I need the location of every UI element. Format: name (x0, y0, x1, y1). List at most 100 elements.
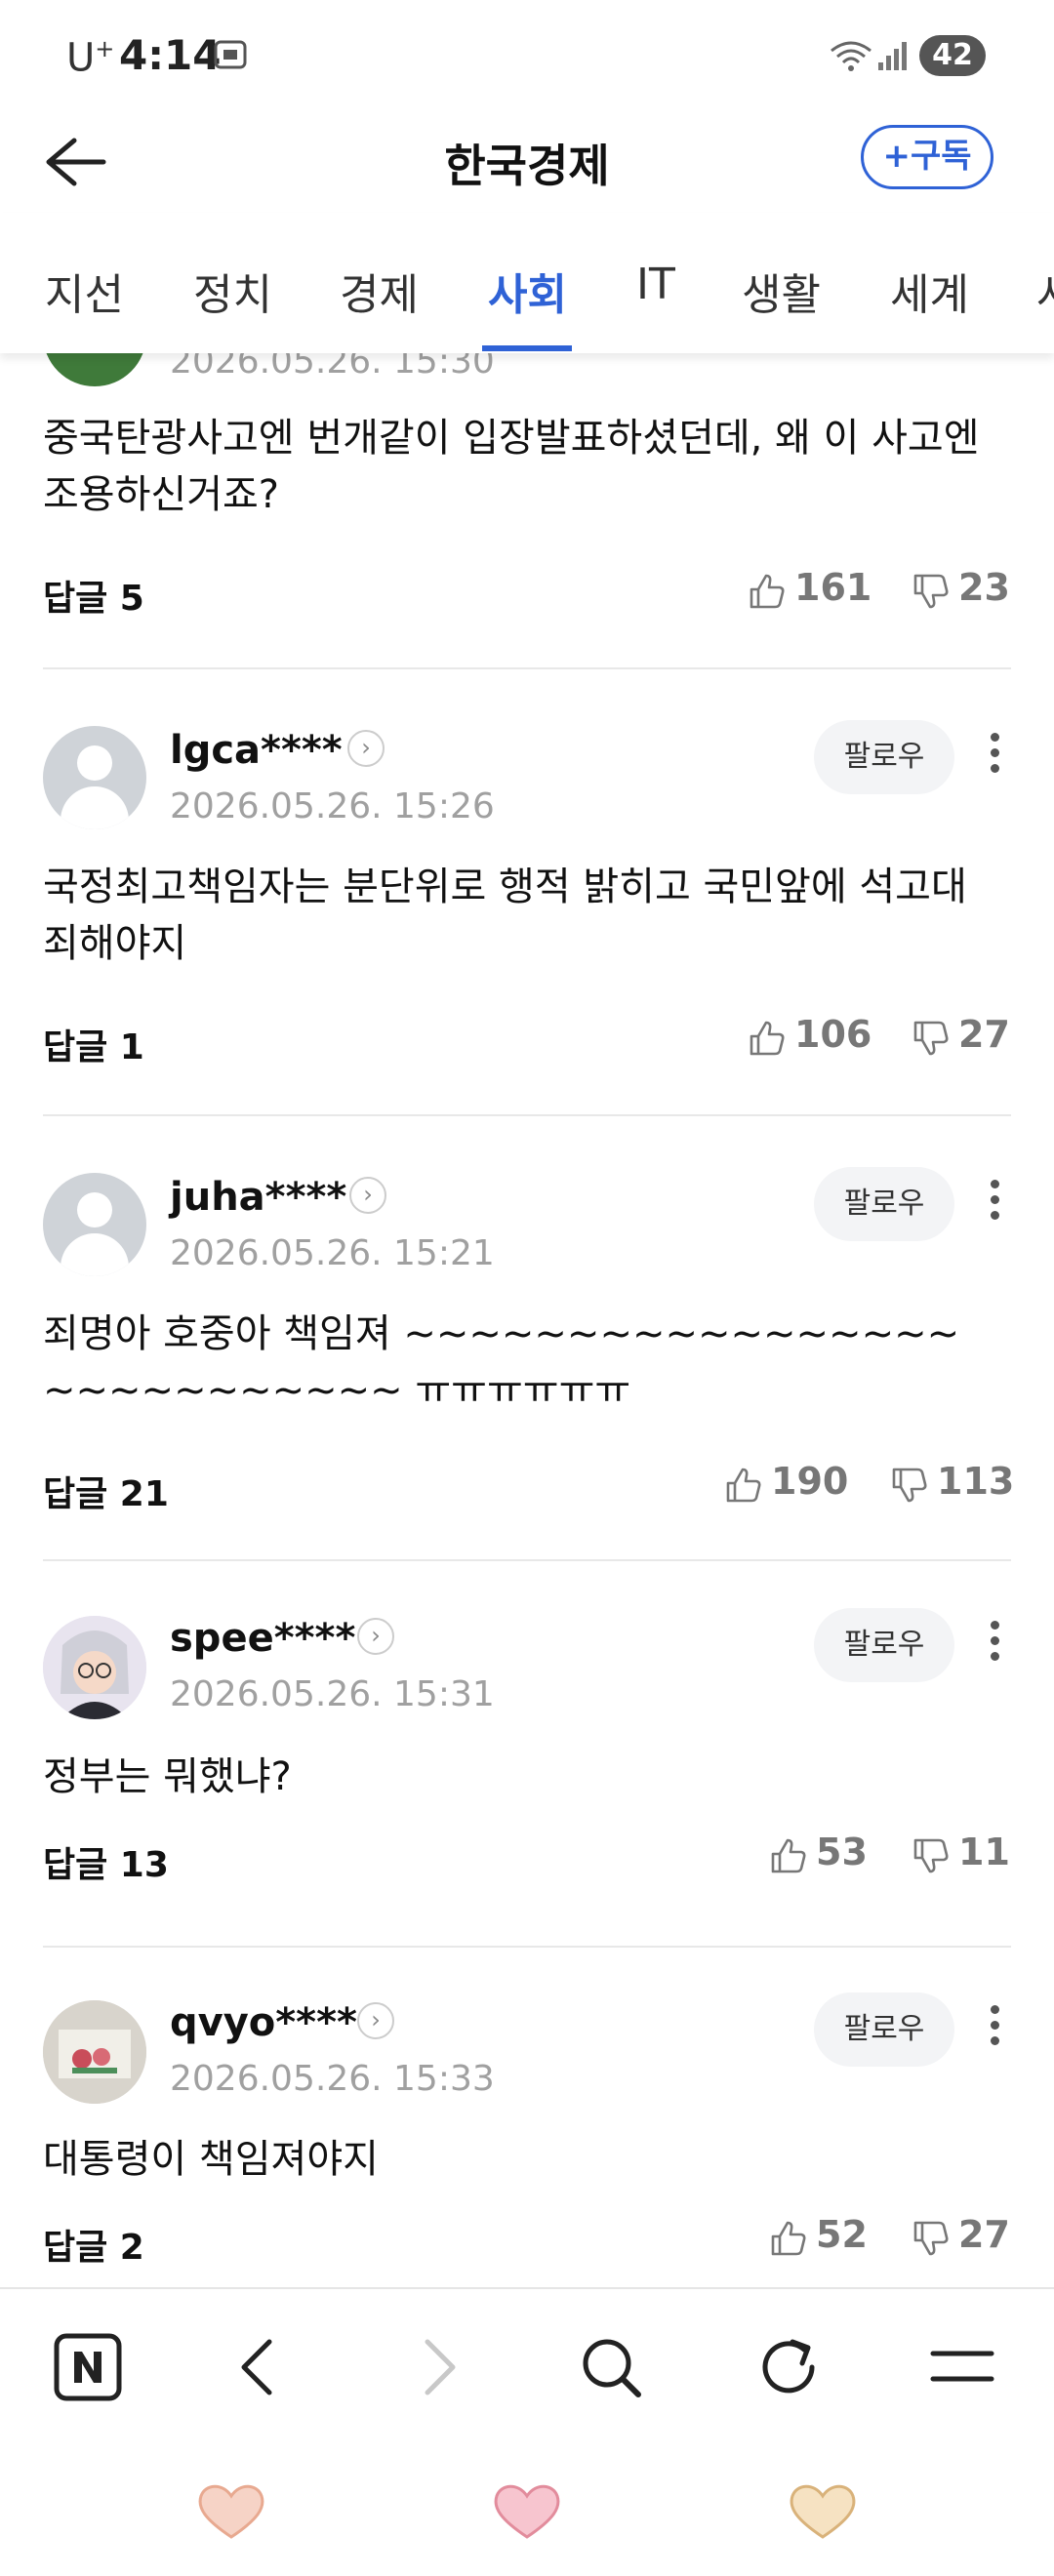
dislike-count: 11 (958, 1831, 1010, 1873)
follow-button[interactable]: 팔로우 (814, 1167, 954, 1241)
reply-button[interactable]: 답글 21 (43, 1466, 169, 1516)
reply-button[interactable]: 답글 1 (43, 1019, 144, 1069)
divider (43, 667, 1011, 669)
avatar[interactable] (43, 726, 146, 829)
thumbs-down-icon (913, 2221, 949, 2256)
dislike-button[interactable]: 27 (912, 1013, 1019, 1062)
thumbs-down-icon (892, 1468, 927, 1503)
heart-icon[interactable] (787, 2482, 859, 2541)
dislike-button[interactable]: 11 (912, 1831, 1019, 1879)
tab-more[interactable]: 사 (1036, 260, 1054, 322)
more-vertical-icon[interactable] (980, 1175, 1009, 1233)
more-vertical-icon[interactable] (980, 1616, 1009, 1674)
avatar-illustration (43, 2000, 146, 2104)
like-count: 106 (794, 1013, 872, 1056)
thumbs-up-icon (750, 574, 785, 609)
more-vertical-icon[interactable] (980, 728, 1009, 786)
comment-timestamp: 2026.05.26. 15:33 (170, 2059, 495, 2099)
back-chevron-icon[interactable] (224, 2332, 295, 2402)
comment-username[interactable]: lgca**** (170, 728, 343, 773)
reply-button[interactable]: 답글 5 (43, 570, 144, 621)
chevron-right-icon[interactable]: › (349, 1177, 386, 1214)
thumbs-down-icon (913, 1021, 949, 1056)
follow-button[interactable]: 팔로우 (814, 720, 954, 794)
like-button[interactable]: 190 (724, 1460, 851, 1509)
search-icon[interactable] (576, 2332, 646, 2402)
tab-society[interactable]: 사회 (488, 260, 567, 322)
comment-text: 국정최고책임자는 분단위로 행적 밝히고 국민앞에 석고대죄해야지 (43, 865, 967, 966)
heart-icon[interactable] (195, 2482, 267, 2541)
comment-username[interactable]: qvyo**** (170, 2000, 357, 2045)
tab-it[interactable]: IT (636, 260, 675, 309)
chevron-right-icon[interactable]: › (347, 730, 385, 767)
dislike-button[interactable]: 27 (912, 2213, 1019, 2262)
app-header: 한국경제 +구독 (0, 107, 1054, 213)
chevron-right-icon[interactable]: › (357, 2002, 394, 2039)
follow-button[interactable]: 팔로우 (814, 1992, 954, 2067)
dislike-button[interactable]: 23 (912, 566, 1019, 615)
reply-button[interactable]: 답글 13 (43, 1836, 169, 1887)
dislike-count: 27 (958, 2213, 1010, 2256)
comment-text: 중국탄광사고엔 번개같이 입장발표하셨던데, 왜 이 사고엔 조용하신거죠? (43, 416, 980, 517)
category-tabs: 지선 정치 경제 사회 IT 생활 세계 사 (0, 213, 1054, 353)
wifi-icon (831, 41, 872, 71)
menu-icon[interactable] (927, 2332, 997, 2402)
carrier-label: U+ (66, 35, 115, 81)
avatar[interactable] (43, 353, 146, 386)
naver-home-icon[interactable] (53, 2332, 123, 2402)
like-count: 161 (794, 566, 872, 609)
thumbs-down-icon (913, 1838, 949, 1873)
like-count: 53 (816, 1831, 868, 1873)
subscribe-button[interactable]: +구독 (861, 125, 993, 189)
comment-text: 죄명아 호중아 책임져 ~~~~~~~~~~~~~~~~~ ~~~~~~~~~~… (43, 1311, 960, 1403)
comment-text: 정부는 뭐했냐? (43, 1754, 292, 1799)
tab-life[interactable]: 생활 (742, 260, 821, 322)
more-vertical-icon[interactable] (980, 2000, 1009, 2059)
thumbs-up-icon (771, 2221, 806, 2256)
comment-text: 대통령이 책임져야지 (43, 2137, 379, 2182)
status-bar: U+ 4:14 42 (0, 0, 1054, 107)
like-button[interactable]: 161 (748, 566, 872, 615)
tab-economy[interactable]: 경제 (340, 260, 419, 322)
comment-timestamp: 2026.05.26. 15:26 (170, 786, 495, 826)
heart-icon[interactable] (491, 2482, 563, 2541)
divider (43, 1559, 1011, 1561)
like-button[interactable]: 53 (769, 1831, 868, 1879)
like-count: 52 (816, 2213, 868, 2256)
comment-timestamp: 2026.05.26. 15:31 (170, 1674, 495, 1714)
browser-toolbar (0, 2287, 1054, 2443)
forward-chevron-icon (425, 2339, 456, 2395)
comment-timestamp: 2026.05.26. 15:30 (170, 353, 495, 382)
tab-world[interactable]: 세계 (890, 260, 969, 322)
screenshot-icon (214, 40, 247, 69)
system-nav-bar (0, 2443, 1054, 2576)
comment-list[interactable]: 2026.05.26. 15:30 중국탄광사고엔 번개같이 입장발표하셨던데,… (0, 353, 1054, 2287)
dislike-count: 113 (937, 1460, 1015, 1503)
tab-politics[interactable]: 정치 (193, 260, 272, 322)
thumbs-up-icon (750, 1021, 785, 1056)
avatar[interactable] (43, 1616, 146, 1719)
avatar-illustration (43, 1616, 146, 1719)
like-button[interactable]: 106 (748, 1013, 872, 1062)
reply-button[interactable]: 답글 2 (43, 2219, 144, 2270)
like-count: 190 (771, 1460, 849, 1503)
dislike-count: 27 (958, 1013, 1010, 1056)
divider (43, 1946, 1011, 1948)
like-button[interactable]: 52 (769, 2213, 868, 2262)
active-tab-indicator (482, 345, 572, 351)
thumbs-up-icon (771, 1838, 806, 1873)
divider (43, 1114, 1011, 1116)
thumbs-up-icon (726, 1468, 761, 1503)
tab-jiseon[interactable]: 지선 (45, 260, 124, 322)
comment-username[interactable]: spee**** (170, 1616, 355, 1661)
avatar[interactable] (43, 1173, 146, 1276)
comment-username[interactable]: juha**** (170, 1175, 346, 1220)
avatar[interactable] (43, 2000, 146, 2104)
follow-button[interactable]: 팔로우 (814, 1608, 954, 1682)
signal-icon (878, 42, 907, 70)
battery-indicator: 42 (919, 35, 986, 76)
chevron-right-icon[interactable]: › (357, 1618, 394, 1655)
dislike-count: 23 (958, 566, 1010, 609)
dislike-button[interactable]: 113 (890, 1460, 1017, 1509)
refresh-icon[interactable] (753, 2332, 824, 2402)
